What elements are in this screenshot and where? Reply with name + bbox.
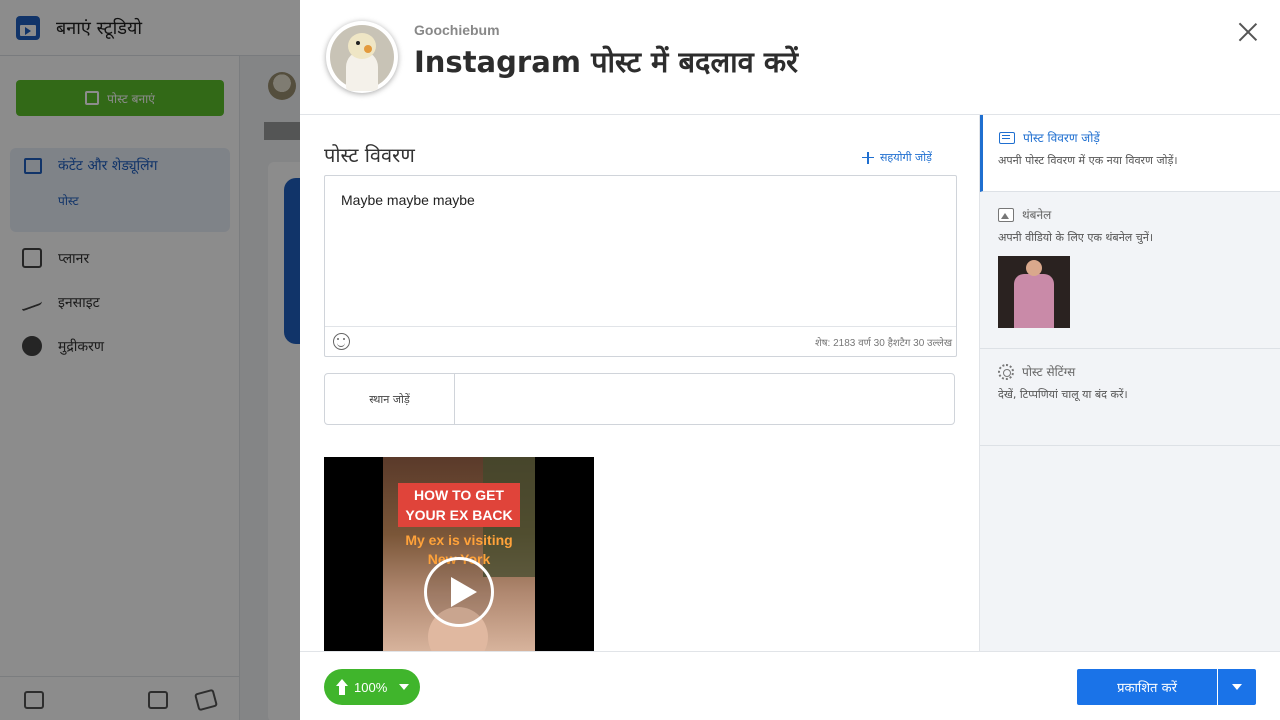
right-section-post-details[interactable]: पोस्ट विवरण जोड़ें अपनी पोस्ट विवरण में … xyxy=(980,115,1280,192)
upload-progress-button[interactable]: 100% xyxy=(324,669,420,705)
upload-progress-value: 100% xyxy=(354,679,388,695)
edit-post-modal: Goochiebum Instagram पोस्ट में बदलाव करे… xyxy=(300,0,1280,720)
plus-icon xyxy=(862,151,874,164)
post-details-title: पोस्ट विवरण xyxy=(324,143,415,167)
right-panel: पोस्ट विवरण जोड़ें अपनी पोस्ट विवरण में … xyxy=(979,115,1280,651)
thumbnail-image[interactable] xyxy=(998,256,1070,328)
add-collaborator-label: सहयोगी जोड़ें xyxy=(880,151,932,164)
publish-button[interactable]: प्रकाशित करें xyxy=(1077,669,1217,705)
play-icon[interactable] xyxy=(424,557,494,627)
video-preview[interactable]: HOW TO GET YOUR EX BACK My ex is visitin… xyxy=(324,457,594,651)
post-text[interactable]: Maybe maybe maybe xyxy=(341,192,475,208)
right-section-title: थंबनेल xyxy=(1022,208,1052,222)
account-avatar xyxy=(326,21,398,93)
close-icon[interactable] xyxy=(1238,22,1258,42)
char-counter: शेष: 2183 वर्ण 30 हैशटैग 30 उल्लेख xyxy=(814,338,952,349)
location-field[interactable]: स्थान जोड़ें xyxy=(324,373,955,425)
right-section-settings[interactable]: पोस्ट सेटिंग्स देखें, टिप्पणियां चालू या… xyxy=(980,349,1280,446)
upload-arrow-icon xyxy=(336,679,348,695)
gear-icon xyxy=(998,363,1014,380)
right-section-text: अपनी वीडियो के लिए एक थंबनेल चुनें। xyxy=(998,231,1154,244)
right-section-thumbnail[interactable]: थंबनेल अपनी वीडियो के लिए एक थंबनेल चुने… xyxy=(980,192,1280,349)
right-section-text: देखें, टिप्पणियां चालू या बंद करें। xyxy=(998,388,1128,401)
video-caption-line: My ex is visiting xyxy=(405,532,513,548)
right-section-title: पोस्ट विवरण जोड़ें xyxy=(1023,131,1100,145)
modal-header: Goochiebum Instagram पोस्ट में बदलाव करे… xyxy=(300,0,1280,115)
text-lines-icon xyxy=(999,131,1015,144)
location-label: स्थान जोड़ें xyxy=(325,374,455,424)
text-field-footer: शेष: 2183 वर्ण 30 हैशटैग 30 उल्लेख xyxy=(325,326,956,356)
post-text-field[interactable]: Maybe maybe maybe शेष: 2183 वर्ण 30 हैशट… xyxy=(324,175,957,357)
video-caption-line: HOW TO GET xyxy=(414,487,504,503)
chevron-down-icon xyxy=(399,684,410,690)
right-section-header: थंबनेल xyxy=(998,206,1051,223)
right-section-header: पोस्ट सेटिंग्स xyxy=(998,363,1075,380)
right-section-title: पोस्ट सेटिंग्स xyxy=(1022,365,1076,379)
add-collaborator-button[interactable]: सहयोगी जोड़ें xyxy=(862,150,932,165)
account-name: Goochiebum xyxy=(414,22,500,38)
image-icon xyxy=(998,207,1014,222)
right-section-text: अपनी पोस्ट विवरण में एक नया विवरण जोड़ें… xyxy=(998,154,1178,167)
chevron-down-icon xyxy=(1232,684,1242,690)
video-caption-line: YOUR EX BACK xyxy=(405,507,513,523)
modal-footer: 100% प्रकाशित करें xyxy=(300,651,1280,720)
emoji-icon[interactable] xyxy=(333,333,350,350)
modal-title: Instagram पोस्ट में बदलाव करें xyxy=(414,45,798,79)
publish-options-button[interactable] xyxy=(1218,669,1256,705)
modal-body: पोस्ट विवरण सहयोगी जोड़ें Maybe maybe ma… xyxy=(300,115,980,651)
right-section-header: पोस्ट विवरण जोड़ें xyxy=(999,129,1100,146)
